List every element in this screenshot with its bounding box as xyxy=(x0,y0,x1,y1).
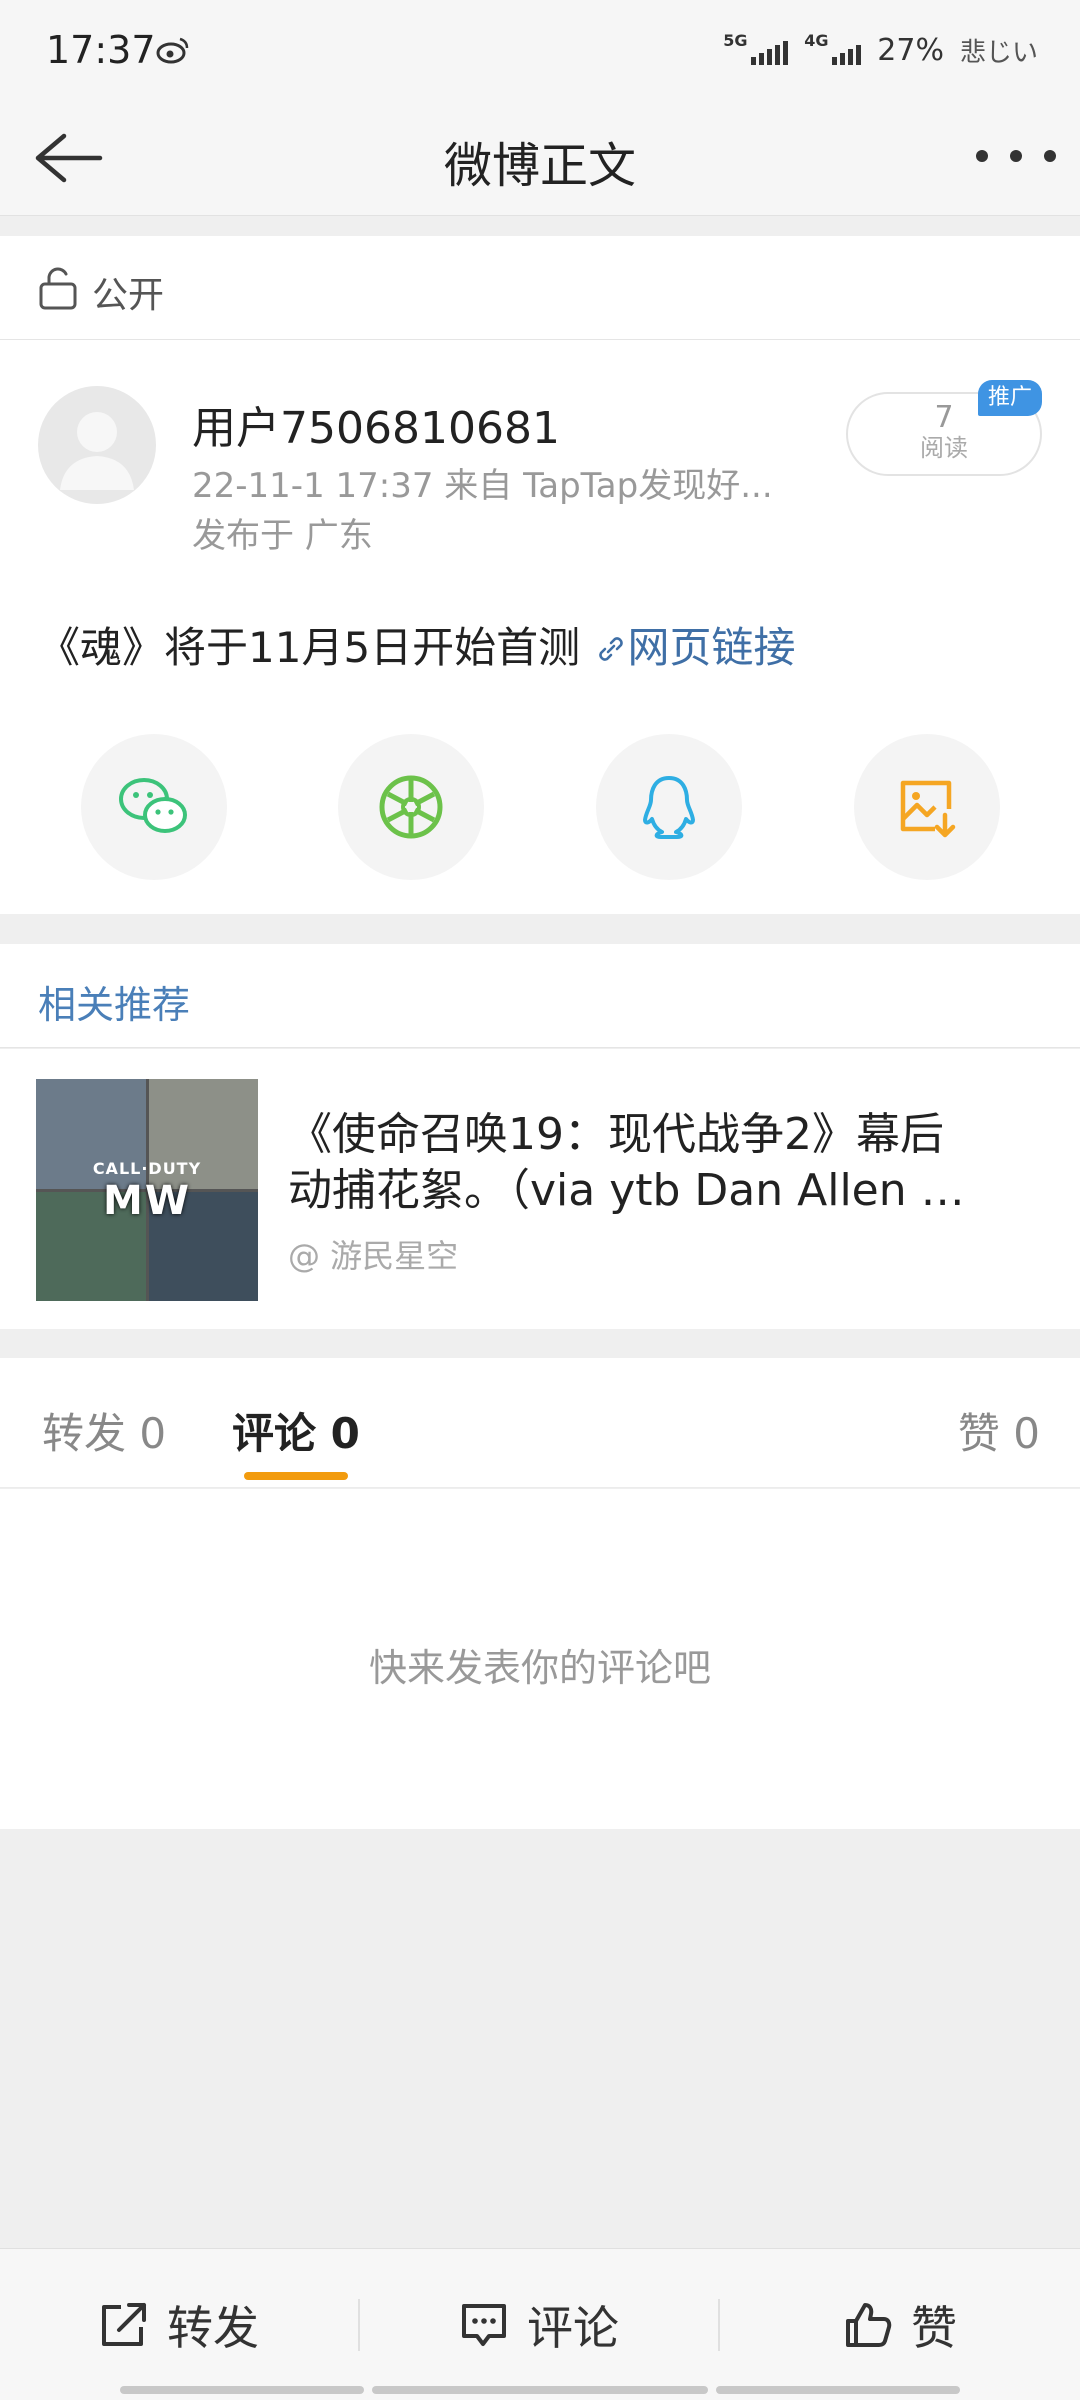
related-title: 相关推荐 xyxy=(38,983,191,1027)
tab-comment[interactable]: 评论 0 xyxy=(232,1400,360,1461)
bottom-action-bar: 转发 评论 赞 xyxy=(0,2248,1080,2400)
unlock-icon xyxy=(39,267,77,310)
comment-button[interactable]: 评论 xyxy=(360,2249,718,2400)
active-tab-indicator xyxy=(244,1472,348,1480)
repost-icon xyxy=(102,2303,146,2346)
gesture-bar xyxy=(120,2386,364,2394)
comment-icon xyxy=(462,2304,506,2346)
signal-5g-icon: 5G xyxy=(723,31,789,65)
promote-badge[interactable]: 推广 xyxy=(978,380,1043,416)
weibo-icon xyxy=(156,37,189,64)
post-text: 《魂》将于11月5日开始首测 网页链接 xyxy=(38,614,796,675)
default-avatar-icon xyxy=(60,412,134,490)
status-bar: 17:37 5G 4G 27% 悲じい xyxy=(0,0,1080,100)
related-thumbnail: CALL·DUTY MW xyxy=(36,1079,258,1301)
privacy-row[interactable]: 公开 xyxy=(0,236,1080,340)
page-title: 微博正文 xyxy=(443,138,636,194)
username[interactable]: 用户7506810681 xyxy=(192,392,560,456)
interaction-tabs: 转发 0 评论 0 赞 0 xyxy=(0,1358,1080,1488)
gesture-bar xyxy=(372,2386,708,2394)
status-time: 17:37 xyxy=(46,28,156,72)
save-image-icon xyxy=(900,780,956,838)
share-qq-button[interactable] xyxy=(596,734,742,880)
thumbs-up-icon xyxy=(846,2303,892,2347)
related-item-source: @ 游民星空 xyxy=(288,1237,459,1275)
wechat-icon xyxy=(119,778,187,833)
save-image-button[interactable] xyxy=(854,734,1000,880)
signal-4g-icon: 4G xyxy=(804,31,862,65)
like-button[interactable]: 赞 xyxy=(720,2249,1080,2400)
link-icon xyxy=(598,637,623,661)
tab-like[interactable]: 赞 0 xyxy=(958,1400,1040,1461)
qq-icon xyxy=(643,776,695,839)
status-right: 5G 4G 27% 悲じい xyxy=(723,31,1038,69)
battery-level: 27% xyxy=(877,33,944,68)
repost-label: 转发 xyxy=(167,2301,259,2355)
comments-empty-state: 快来发表你的评论吧 xyxy=(0,1489,1080,1829)
empty-comments-text: 快来发表你的评论吧 xyxy=(368,1646,711,1690)
gesture-bar xyxy=(716,2386,960,2394)
related-item-title: 《使命召唤19：现代战争2》幕后 动捕花絮。（via ytb Dan Allen… xyxy=(288,1109,965,1216)
reads-label: 阅读 xyxy=(920,434,968,462)
avatar[interactable] xyxy=(38,386,156,504)
share-wechat-button[interactable] xyxy=(81,734,227,880)
share-row xyxy=(0,734,1080,884)
share-moments-button[interactable] xyxy=(338,734,484,880)
tab-repost[interactable]: 转发 0 xyxy=(42,1400,166,1461)
web-link[interactable]: 网页链接 xyxy=(594,623,796,672)
status-note: 悲じい xyxy=(959,38,1038,68)
post-location: 发布于 广东 xyxy=(192,516,373,556)
like-label: 赞 xyxy=(911,2301,957,2355)
repost-button[interactable]: 转发 xyxy=(0,2249,358,2400)
moments-icon xyxy=(379,775,443,839)
comment-label: 评论 xyxy=(527,2301,619,2355)
related-item[interactable]: CALL·DUTY MW 《使命召唤19：现代战争2》幕后 动捕花絮。（via … xyxy=(0,1049,1080,1329)
related-header: 相关推荐 xyxy=(0,944,1080,1048)
post-meta: 22-11-1 17:37 来自 TapTap发现好... xyxy=(192,466,773,506)
post-text-body: 《魂》将于11月5日开始首测 xyxy=(38,623,594,672)
thumbnail-logo: CALL·DUTY MW xyxy=(92,1159,202,1224)
nav-bar: 微博正文 xyxy=(0,100,1080,216)
more-options-icon[interactable] xyxy=(976,134,1056,178)
privacy-label: 公开 xyxy=(92,275,165,316)
post-card: 用户7506810681 22-11-1 17:37 来自 TapTap发现好.… xyxy=(0,340,1080,914)
web-link-text: 网页链接 xyxy=(627,623,796,672)
